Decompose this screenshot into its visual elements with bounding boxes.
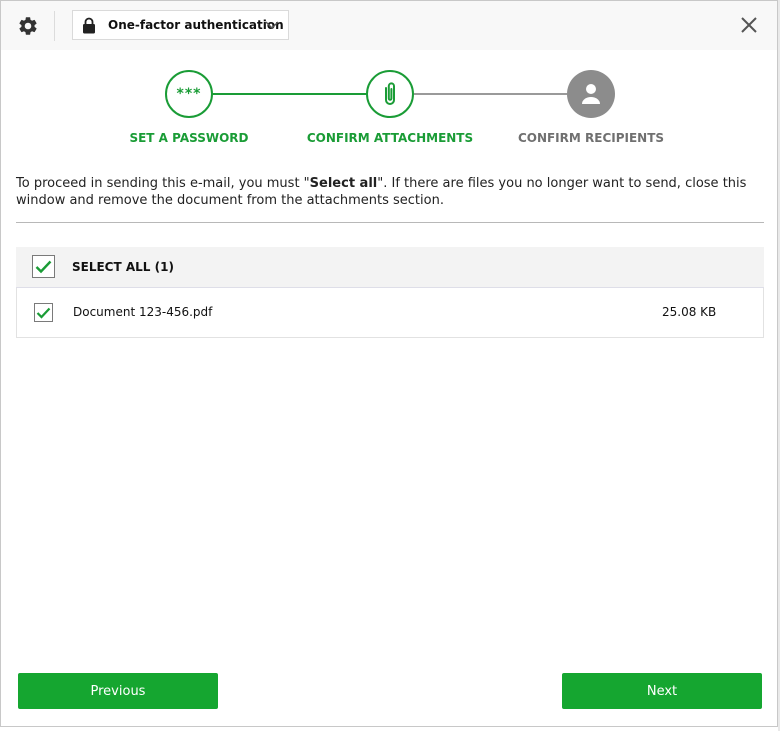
- instructions-text: To proceed in sending this e-mail, you m…: [16, 175, 761, 209]
- step-recipients-circle: [567, 70, 615, 118]
- step-connector-pending: [414, 93, 567, 95]
- instructions-select-all-emphasis: Select all: [309, 176, 378, 191]
- attachment-row[interactable]: Document 123-456.pdf 25.08 KB: [16, 288, 764, 338]
- attachment-name: Document 123-456.pdf: [73, 305, 213, 319]
- attachment-size: 25.08 KB: [662, 305, 717, 319]
- attachment-checkbox[interactable]: [34, 303, 53, 322]
- previous-button[interactable]: Previous: [18, 673, 218, 709]
- step-attachments-circle: [366, 70, 414, 118]
- step-label-attachments: CONFIRM ATTACHMENTS: [306, 131, 474, 145]
- user-icon: [582, 84, 600, 104]
- auth-mode-select[interactable]: One-factor authentication: [72, 10, 289, 40]
- step-label-recipients: CONFIRM RECIPIENTS: [517, 131, 665, 145]
- section-divider: [16, 222, 764, 223]
- close-icon[interactable]: [740, 16, 758, 34]
- header-divider: [54, 11, 55, 41]
- auth-mode-label: One-factor authentication: [108, 18, 284, 32]
- select-all-checkbox[interactable]: [32, 255, 55, 278]
- dialog-window: One-factor authentication *** SET A PASS…: [0, 0, 778, 727]
- select-all-row[interactable]: SELECT ALL (1): [16, 247, 764, 288]
- gear-icon[interactable]: [15, 13, 41, 39]
- instructions-part-1: To proceed in sending this e-mail, you m…: [16, 176, 310, 191]
- password-asterisks: ***: [176, 86, 202, 102]
- dialog-header: One-factor authentication: [1, 1, 777, 50]
- paperclip-icon: [385, 82, 395, 105]
- progress-stepper: *** SET A PASSWORD CONFIRM ATTACHMENTS C…: [1, 50, 777, 160]
- chevron-down-icon: [265, 21, 279, 29]
- step-connector-complete: [212, 93, 367, 95]
- step-password-circle: ***: [165, 70, 213, 118]
- checkmark-icon: [36, 307, 51, 319]
- next-button[interactable]: Next: [562, 673, 762, 709]
- step-label-password: SET A PASSWORD: [129, 131, 249, 145]
- select-all-label: SELECT ALL (1): [72, 260, 174, 274]
- lock-icon: [83, 17, 95, 33]
- checkmark-icon: [35, 260, 52, 273]
